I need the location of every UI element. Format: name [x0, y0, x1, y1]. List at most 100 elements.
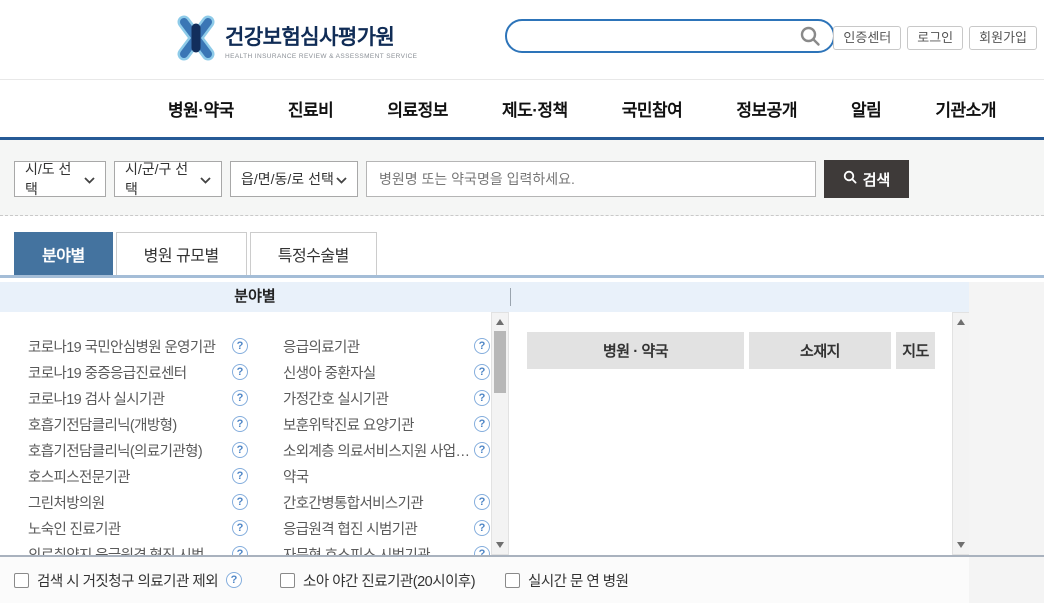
sido-select[interactable]: 시/도 선택: [14, 161, 106, 197]
eupmyeondong-select[interactable]: 읍/면/동/로 선택: [230, 161, 358, 197]
list-scrollbar[interactable]: [491, 312, 509, 555]
logo[interactable]: 건강보험심사평가원 HEALTH INSURANCE REVIEW & ASSE…: [175, 15, 417, 66]
list-item-label: 보훈위탁진료 요양기관: [283, 414, 414, 435]
results-scrollbar[interactable]: [952, 312, 969, 555]
help-icon[interactable]: ?: [232, 442, 248, 458]
list-item[interactable]: 응급의료기관?: [283, 333, 490, 359]
login-button[interactable]: 로그인: [907, 26, 963, 50]
help-icon[interactable]: ?: [232, 416, 248, 432]
panel-title: 분야별: [0, 282, 510, 312]
list-item-label: 호흡기전담클리닉(의료기관형): [28, 440, 202, 461]
header-utility-buttons: 인증센터 로그인 회원가입: [833, 26, 1037, 50]
logo-title: 건강보험심사평가원: [225, 21, 417, 51]
site-header: 건강보험심사평가원 HEALTH INSURANCE REVIEW & ASSE…: [0, 0, 1044, 80]
nav-item-disclosure[interactable]: 정보공개: [736, 96, 797, 121]
field-panel: 분야별 코로나19 국민안심병원 운영기관? 코로나19 중증응급진료센터? 코…: [0, 282, 969, 555]
list-item-label: 가정간호 실시기관: [283, 388, 388, 409]
list-item[interactable]: 응급원격 협진 시범기관?: [283, 515, 490, 541]
list-item[interactable]: 가정간호 실시기관?: [283, 385, 490, 411]
scrollbar-thumb[interactable]: [494, 331, 506, 393]
search-button-label: 검색: [863, 169, 891, 190]
list-item[interactable]: 소외계층 의료서비스지원 사업…?: [283, 437, 490, 463]
list-item-label: 호흡기전담클리닉(개방형): [28, 414, 177, 435]
help-icon[interactable]: ?: [474, 338, 490, 354]
list-item-label: 응급의료기관: [283, 336, 359, 357]
help-icon[interactable]: ?: [232, 364, 248, 380]
nav-item-participation[interactable]: 국민참여: [622, 96, 683, 121]
help-icon[interactable]: ?: [232, 520, 248, 536]
list-item-label: 소외계층 의료서비스지원 사업…: [283, 440, 469, 461]
list-item-label: 약국: [283, 466, 308, 487]
list-item[interactable]: 보훈위탁진료 요양기관?: [283, 411, 490, 437]
help-icon[interactable]: ?: [232, 494, 248, 510]
scroll-down-icon[interactable]: [496, 542, 504, 548]
help-icon[interactable]: ?: [232, 390, 248, 406]
tab-by-field[interactable]: 분야별: [14, 232, 113, 275]
list-item-label: 코로나19 검사 실시기관: [28, 388, 164, 409]
list-item[interactable]: 신생아 중환자실?: [283, 359, 490, 385]
help-icon[interactable]: ?: [474, 520, 490, 536]
list-item-label: 코로나19 중증응급진료센터: [28, 362, 187, 383]
help-icon[interactable]: ?: [474, 494, 490, 510]
scroll-up-icon[interactable]: [496, 319, 504, 325]
checkbox-label: 실시간 문 연 병원: [528, 570, 628, 591]
list-item[interactable]: 호흡기전담클리닉(개방형)?: [28, 411, 248, 437]
header-search-input[interactable]: [507, 28, 799, 44]
signup-button[interactable]: 회원가입: [969, 26, 1037, 50]
list-item[interactable]: 호스피스전문기관?: [28, 463, 248, 489]
keyword-input[interactable]: [366, 161, 816, 197]
nav-item-medical-fees[interactable]: 진료비: [288, 96, 333, 121]
help-icon[interactable]: ?: [232, 546, 248, 555]
checkbox[interactable]: [14, 573, 29, 588]
cert-center-button[interactable]: 인증센터: [833, 26, 901, 50]
tab-by-surgery[interactable]: 특정수술별: [250, 232, 377, 275]
help-icon[interactable]: ?: [226, 572, 242, 588]
nav-item-about[interactable]: 기관소개: [935, 96, 996, 121]
nav-item-medical-info[interactable]: 의료정보: [387, 96, 448, 121]
list-item[interactable]: 간호간병통합서비스기관?: [283, 489, 490, 515]
tab-by-hospital-size[interactable]: 병원 규모별: [116, 232, 247, 275]
column-header-map: 지도: [896, 332, 935, 369]
logo-text: 건강보험심사평가원 HEALTH INSURANCE REVIEW & ASSE…: [225, 21, 417, 60]
checkbox[interactable]: [505, 573, 520, 588]
help-icon[interactable]: ?: [474, 416, 490, 432]
nav-item-policy[interactable]: 제도·정책: [502, 96, 568, 121]
open-now-checkbox[interactable]: 실시간 문 연 병원: [505, 557, 628, 603]
list-item[interactable]: 호흡기전담클리닉(의료기관형)?: [28, 437, 248, 463]
list-item[interactable]: 코로나19 중증응급진료센터?: [28, 359, 248, 385]
help-icon[interactable]: ?: [474, 390, 490, 406]
search-icon: [843, 170, 857, 188]
list-item[interactable]: 약국: [283, 463, 490, 489]
list-item-label: 응급원격 협진 시범기관: [283, 518, 417, 539]
field-list-col2: 응급의료기관? 신생아 중환자실? 가정간호 실시기관? 보훈위탁진료 요양기관…: [283, 333, 490, 555]
help-icon[interactable]: ?: [474, 364, 490, 380]
help-icon[interactable]: ?: [474, 442, 490, 458]
help-icon[interactable]: ?: [232, 338, 248, 354]
scroll-up-icon[interactable]: [957, 319, 965, 325]
list-item[interactable]: 그린처방의원?: [28, 489, 248, 515]
help-icon[interactable]: ?: [232, 468, 248, 484]
checkbox[interactable]: [280, 573, 295, 588]
list-item-label: 간호간병통합서비스기관: [283, 492, 423, 513]
sigungu-select[interactable]: 시/군/구 선택: [114, 161, 222, 197]
search-button[interactable]: 검색: [824, 160, 909, 198]
pediatric-night-care-checkbox[interactable]: 소아 야간 진료기관(20시이후): [280, 557, 475, 603]
search-icon[interactable]: [799, 25, 821, 47]
results-table-header: 병원 · 약국 소재지 지도: [527, 332, 935, 369]
list-item[interactable]: 코로나19 국민안심병원 운영기관?: [28, 333, 248, 359]
help-icon[interactable]: ?: [474, 546, 490, 555]
chevron-down-icon: [84, 171, 95, 187]
bottom-options-bar: 검색 시 거짓청구 의료기관 제외 ? 소아 야간 진료기관(20시이후) 실시…: [0, 557, 969, 603]
nav-item-notice[interactable]: 알림: [851, 96, 881, 121]
list-item[interactable]: 코로나19 검사 실시기관?: [28, 385, 248, 411]
nav-item-hospital-pharmacy[interactable]: 병원·약국: [168, 96, 234, 121]
list-item-label: 의료취약지 응급원격 협진 시범: [28, 544, 204, 556]
list-item[interactable]: 의료취약지 응급원격 협진 시범?: [28, 541, 248, 555]
list-item[interactable]: 노숙인 진료기관?: [28, 515, 248, 541]
list-item[interactable]: 자문형 호스피스 시범기관?: [283, 541, 490, 555]
scroll-down-icon[interactable]: [957, 542, 965, 548]
exclude-false-claims-checkbox[interactable]: 검색 시 거짓청구 의료기관 제외 ?: [14, 557, 242, 603]
sido-select-value: 시/도 선택: [25, 159, 84, 199]
panel-body: 코로나19 국민안심병원 운영기관? 코로나19 중증응급진료센터? 코로나19…: [0, 312, 969, 555]
column-header-location: 소재지: [749, 332, 891, 369]
